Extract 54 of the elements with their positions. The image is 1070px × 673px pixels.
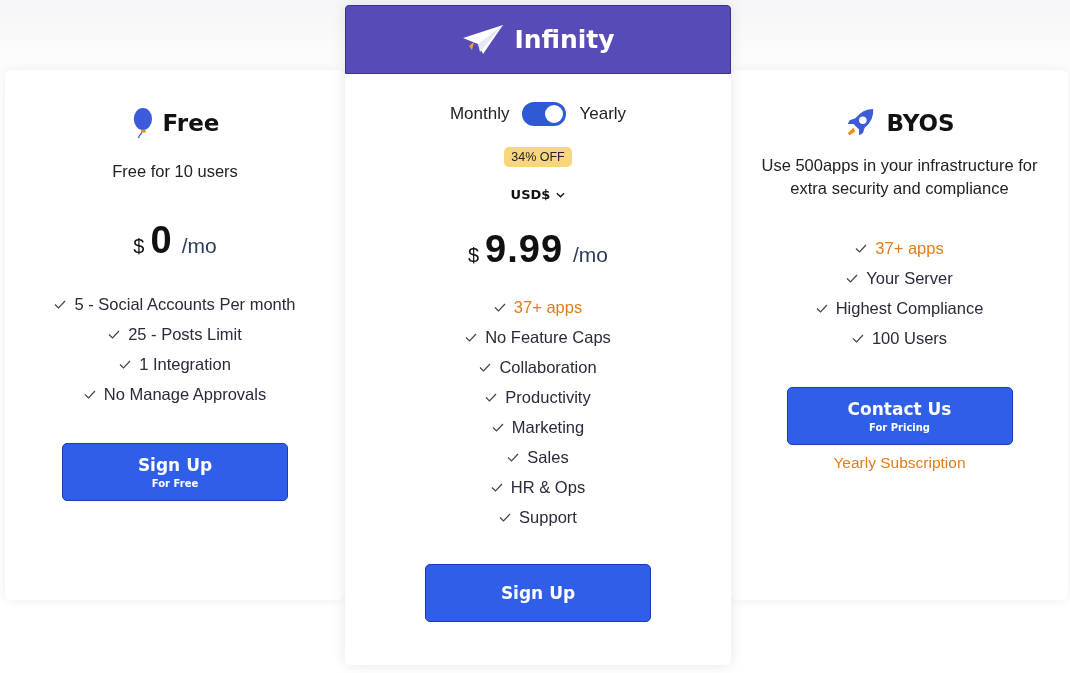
feature-text: Sales	[527, 447, 569, 467]
feature-text: 5 - Social Accounts Per month	[74, 294, 296, 314]
price-amount: 9.99	[485, 228, 564, 271]
feature-text: 1 Integration	[139, 354, 231, 374]
price-amount: 0	[150, 219, 172, 262]
contact-button[interactable]: Contact Us For Pricing	[786, 387, 1013, 445]
check-icon	[108, 329, 121, 339]
feature-text: Collaboration	[499, 357, 597, 377]
check-icon	[83, 389, 96, 399]
price-period: /mo	[573, 243, 609, 267]
feature-text: 100 Users	[871, 328, 948, 348]
check-icon	[485, 392, 498, 402]
currency-symbol: $	[133, 235, 145, 258]
check-icon	[491, 422, 504, 432]
currency-dropdown[interactable]: USD$	[508, 185, 568, 204]
feature-text: Marketing	[511, 417, 585, 437]
plan-description: Free for 10 users	[111, 161, 239, 182]
paper-plane-icon	[461, 23, 506, 56]
check-icon	[851, 333, 864, 343]
plan-title: BYOS	[886, 110, 955, 136]
feature-text: Support	[519, 507, 577, 527]
signup-button[interactable]: Sign Up For Free	[62, 443, 288, 501]
plan-description: Use 500apps in your infrastructure for extra security and compliance	[760, 155, 1039, 199]
check-icon	[479, 362, 492, 372]
feature-text: Your Server	[866, 268, 953, 288]
chevron-down-icon	[556, 191, 566, 198]
feature-text: 37+ apps	[875, 238, 944, 258]
check-icon	[493, 302, 506, 312]
check-icon	[855, 243, 868, 253]
subscription-note: Yearly Subscription	[833, 454, 966, 472]
feature-text: Productivity	[505, 387, 591, 407]
check-icon	[815, 303, 828, 313]
check-icon	[119, 359, 132, 369]
price-period: /mo	[181, 234, 217, 258]
feature-text: No Feature Caps	[485, 327, 611, 347]
check-icon	[507, 452, 520, 462]
discount-badge: 34% OFF	[504, 147, 572, 167]
feature-text: 25 - Posts Limit	[128, 324, 242, 344]
plan-title: Free	[162, 110, 220, 136]
signup-button[interactable]: Sign Up	[425, 564, 651, 622]
currency-symbol: $	[467, 244, 480, 267]
billing-toggle[interactable]	[522, 102, 567, 126]
plan-title: Infinity	[514, 25, 615, 54]
check-icon	[499, 512, 512, 522]
feature-text: 37+ apps	[513, 297, 583, 317]
toggle-label: Monthly	[449, 104, 510, 124]
toggle-label: Yearly	[579, 104, 627, 124]
feature-text: No Manage Approvals	[103, 384, 267, 404]
check-icon	[465, 332, 478, 342]
check-icon	[846, 273, 859, 283]
check-icon	[54, 299, 67, 309]
feature-text: Highest Compliance	[835, 298, 984, 318]
feature-text: HR & Ops	[510, 477, 586, 497]
check-icon	[490, 482, 503, 492]
